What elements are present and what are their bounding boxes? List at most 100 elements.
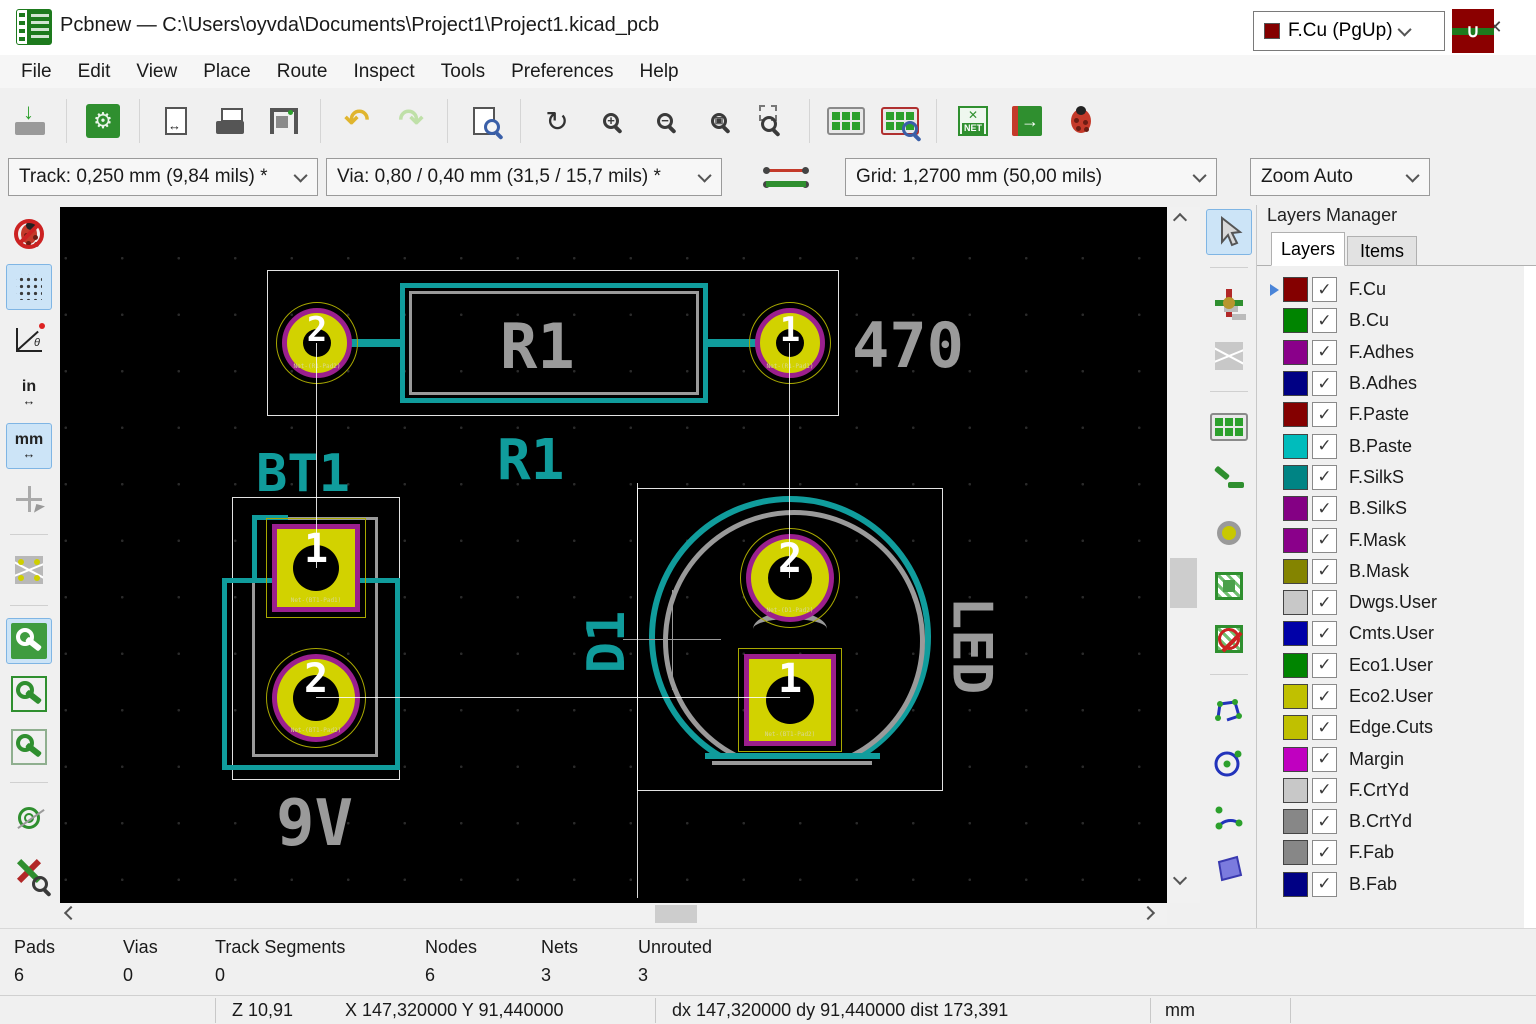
draw-circle-button[interactable] — [1206, 740, 1252, 786]
scroll-left-icon[interactable] — [63, 905, 79, 921]
via-size-dropdown[interactable]: Via: 0,80 / 0,40 mm (31,5 / 15,7 mils) * — [326, 158, 722, 196]
bt1-pad-2[interactable]: 2 Net-(BT1-Pad2) — [266, 648, 366, 748]
layer-color-swatch[interactable] — [1283, 840, 1308, 866]
layer-row-b-mask[interactable]: ✓ B.Mask — [1257, 556, 1525, 587]
track-width-dropdown[interactable]: Track: 0,250 mm (9,84 mils) * — [8, 158, 318, 196]
page-settings-button[interactable]: ↔ — [152, 97, 200, 145]
layer-color-swatch[interactable] — [1283, 402, 1308, 428]
keepout-button[interactable] — [1206, 616, 1252, 662]
layer-visibility-checkbox[interactable]: ✓ — [1312, 871, 1337, 897]
menu-edit[interactable]: Edit — [65, 55, 124, 88]
layer-visibility-checkbox[interactable]: ✓ — [1312, 840, 1337, 866]
refresh-button[interactable]: ↻ — [533, 97, 581, 145]
layer-row-eco1-user[interactable]: ✓ Eco1.User — [1257, 650, 1525, 681]
track-via-properties-button[interactable] — [762, 154, 810, 202]
layer-selector-dropdown[interactable]: F.Cu (PgUp) — [1253, 11, 1445, 51]
select-button[interactable] — [1206, 209, 1252, 255]
highlight-net-button[interactable] — [1206, 280, 1252, 326]
layer-visibility-checkbox[interactable]: ✓ — [1312, 777, 1337, 803]
layer-row-cmts-user[interactable]: ✓ Cmts.User — [1257, 618, 1525, 649]
zoom-in-button[interactable]: + — [587, 97, 635, 145]
board-setup-button[interactable]: ⚙ — [79, 97, 127, 145]
drc-button[interactable] — [1057, 97, 1105, 145]
tab-layers[interactable]: Layers — [1271, 232, 1345, 266]
layer-row-eco2-user[interactable]: ✓ Eco2.User — [1257, 681, 1525, 712]
zoom-out-button[interactable]: − — [641, 97, 689, 145]
layer-row-b-fab[interactable]: ✓ B.Fab — [1257, 869, 1525, 900]
layer-color-swatch[interactable] — [1283, 339, 1308, 365]
layer-visibility-checkbox[interactable]: ✓ — [1312, 433, 1337, 459]
drc-off-button[interactable] — [6, 211, 52, 257]
tracks-filled-button[interactable] — [6, 618, 52, 664]
layer-color-swatch[interactable] — [1283, 809, 1308, 835]
menu-tools[interactable]: Tools — [428, 55, 498, 88]
footprint-button[interactable] — [1206, 404, 1252, 450]
r1-pad-2[interactable]: 2 Net-(R1-Pad2) — [276, 302, 358, 384]
menu-route[interactable]: Route — [264, 55, 341, 88]
layer-row-b-adhes[interactable]: ✓ B.Adhes — [1257, 368, 1525, 399]
layer-row-f-adhes[interactable]: ✓ F.Adhes — [1257, 337, 1525, 368]
layer-color-swatch[interactable] — [1283, 496, 1308, 522]
tracks-sketch-button[interactable] — [6, 671, 52, 717]
layer-row-f-fab[interactable]: ✓ F.Fab — [1257, 837, 1525, 868]
layer-color-swatch[interactable] — [1283, 464, 1308, 490]
layer-row-margin[interactable]: ✓ Margin — [1257, 743, 1525, 774]
net-inspect-button[interactable] — [6, 848, 52, 894]
layer-visibility-checkbox[interactable]: ✓ — [1312, 621, 1337, 647]
layer-row-f-cu[interactable]: ✓ F.Cu — [1257, 274, 1525, 305]
layer-color-swatch[interactable] — [1283, 527, 1308, 553]
layer-color-swatch[interactable] — [1283, 621, 1308, 647]
layer-color-swatch[interactable] — [1283, 371, 1308, 397]
layer-visibility-checkbox[interactable]: ✓ — [1312, 308, 1337, 334]
zoom-dropdown[interactable]: Zoom Auto — [1250, 158, 1430, 196]
layer-visibility-checkbox[interactable]: ✓ — [1312, 339, 1337, 365]
layer-row-edge-cuts[interactable]: ✓ Edge.Cuts — [1257, 712, 1525, 743]
undo-button[interactable]: ↶ — [333, 97, 381, 145]
update-pcb-button[interactable]: → — [1003, 97, 1051, 145]
layer-visibility-checkbox[interactable]: ✓ — [1312, 684, 1337, 709]
layer-color-swatch[interactable] — [1283, 308, 1308, 334]
layer-visibility-checkbox[interactable]: ✓ — [1312, 715, 1337, 741]
menu-help[interactable]: Help — [627, 55, 692, 88]
layer-color-swatch[interactable] — [1283, 433, 1308, 459]
scroll-up-icon[interactable] — [1172, 212, 1188, 228]
footprint-editor-button[interactable] — [822, 97, 870, 145]
layer-visibility-checkbox[interactable]: ✓ — [1312, 652, 1337, 678]
save-button[interactable] — [6, 97, 54, 145]
layer-visibility-checkbox[interactable]: ✓ — [1312, 809, 1337, 835]
ratsnest-button[interactable] — [6, 547, 52, 593]
layer-color-swatch[interactable] — [1283, 277, 1308, 303]
layer-color-swatch[interactable] — [1283, 746, 1308, 772]
redo-button[interactable]: ↷ — [387, 97, 435, 145]
layer-visibility-checkbox[interactable]: ✓ — [1312, 527, 1337, 553]
draw-arc-button[interactable] — [1206, 793, 1252, 839]
route-tracks-button[interactable] — [1206, 457, 1252, 503]
layer-list-scrollbar[interactable] — [1524, 266, 1536, 928]
menu-preferences[interactable]: Preferences — [498, 55, 626, 88]
menu-file[interactable]: File — [8, 55, 65, 88]
cursor-shape-button[interactable] — [6, 476, 52, 522]
units-mm-button[interactable]: mm ↔ — [6, 423, 52, 469]
draw-polygon-button[interactable] — [1206, 846, 1252, 892]
scroll-down-icon[interactable] — [1172, 870, 1188, 886]
layer-visibility-checkbox[interactable]: ✓ — [1312, 558, 1337, 584]
vias-sketch-button[interactable] — [6, 795, 52, 841]
print-button[interactable] — [206, 97, 254, 145]
pcb-canvas[interactable]: R1 470 R1 2 Net-(R1-Pad2) 1 Net-(R1-Pad1… — [60, 207, 1167, 903]
layer-row-b-crtyd[interactable]: ✓ B.CrtYd — [1257, 806, 1525, 837]
tab-items[interactable]: Items — [1347, 236, 1417, 266]
layer-visibility-checkbox[interactable]: ✓ — [1312, 371, 1337, 397]
zoom-fit-button[interactable]: ▣ — [695, 97, 743, 145]
layer-visibility-checkbox[interactable]: ✓ — [1312, 746, 1337, 772]
local-ratsnest-button[interactable] — [1206, 333, 1252, 379]
layer-color-swatch[interactable] — [1283, 715, 1308, 741]
pads-sketch-button[interactable] — [6, 724, 52, 770]
d1-pad-2[interactable]: 2 Net-(D1-Pad2) — [740, 528, 840, 628]
vertical-scroll-thumb[interactable] — [1170, 558, 1197, 608]
vertical-scrollbar[interactable] — [1167, 207, 1200, 903]
layer-visibility-checkbox[interactable]: ✓ — [1312, 590, 1337, 616]
menu-inspect[interactable]: Inspect — [340, 55, 427, 88]
layer-row-b-silks[interactable]: ✓ B.SilkS — [1257, 493, 1525, 524]
netlist-button[interactable]: NET — [949, 97, 997, 145]
layer-visibility-checkbox[interactable]: ✓ — [1312, 277, 1337, 303]
